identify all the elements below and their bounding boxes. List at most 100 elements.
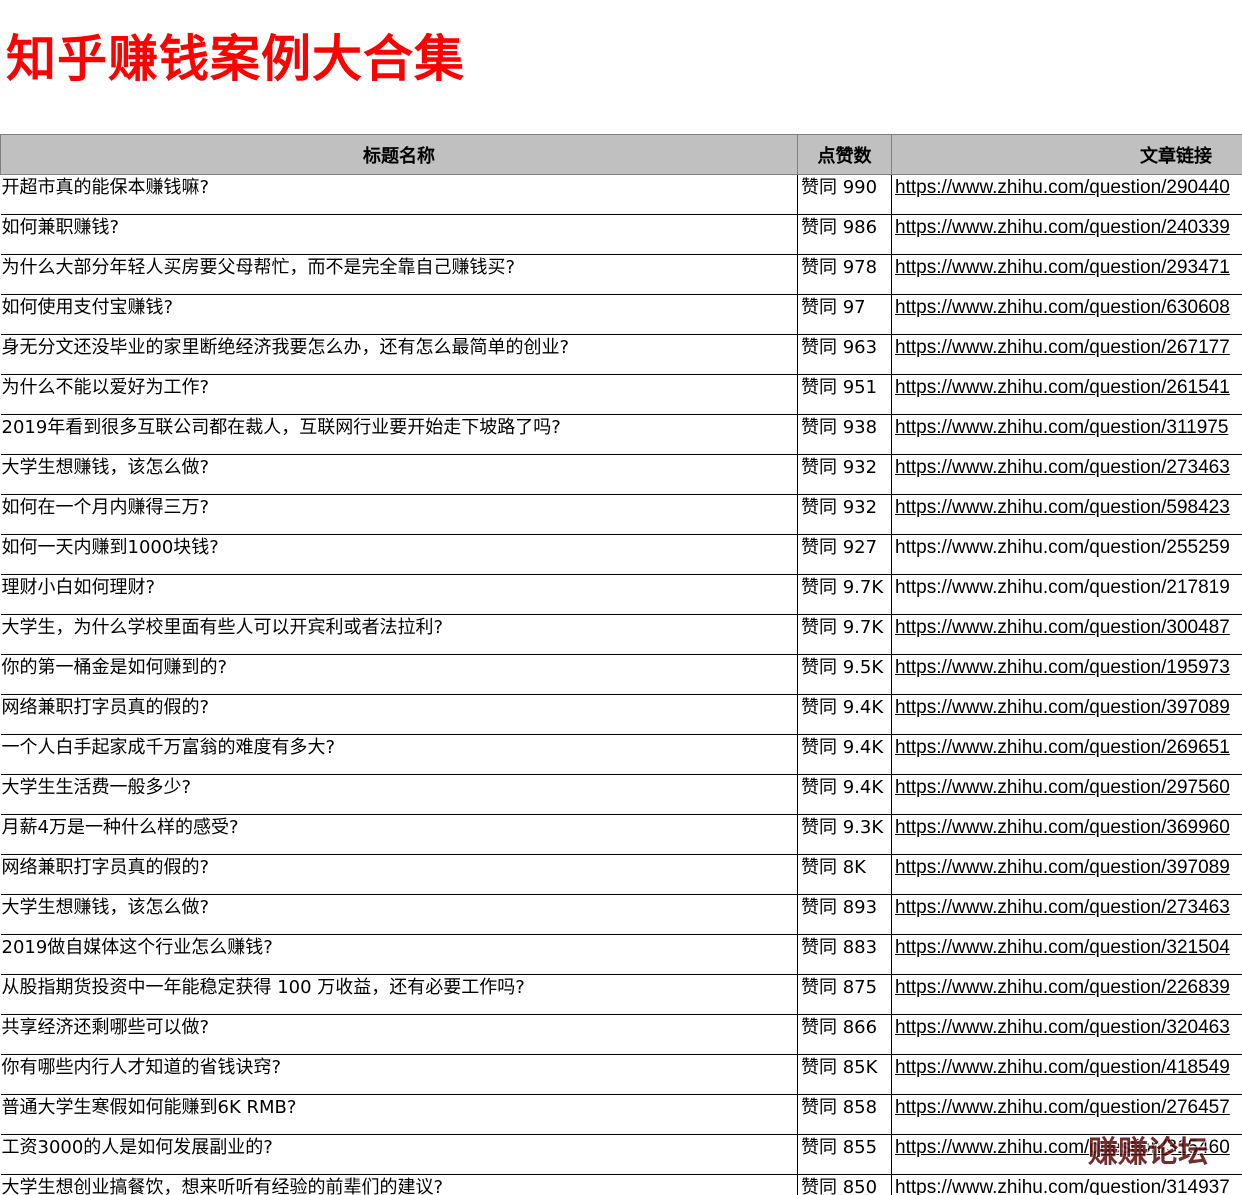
row-link[interactable]: https://www.zhihu.com/question/267177 xyxy=(895,337,1230,358)
row-link-cell[interactable]: https://www.zhihu.com/question/598423 xyxy=(891,494,1242,535)
row-link-cell[interactable]: https://www.zhihu.com/question/240339 xyxy=(891,214,1242,255)
row-likes-cell[interactable]: 赞同 9.7K xyxy=(797,574,892,615)
row-link-cell[interactable]: https://www.zhihu.com/question/226839 xyxy=(891,974,1242,1015)
row-title-cell[interactable]: 共享经济还剩哪些可以做? xyxy=(0,1014,798,1055)
row-link[interactable]: https://www.zhihu.com/question/269651 xyxy=(895,737,1230,758)
table-row[interactable]: 2019年看到很多互联公司都在裁人，互联网行业要开始走下坡路了吗? 赞同 938 h… xyxy=(0,414,1242,455)
row-link[interactable]: https://www.zhihu.com/question/418549 xyxy=(895,1057,1230,1078)
row-title-cell[interactable]: 网络兼职打字员真的假的? xyxy=(0,854,798,895)
row-title-cell[interactable]: 大学生想赚钱，该怎么做? xyxy=(0,894,798,935)
table-row[interactable]: 大学生想赚钱，该怎么做? 赞同 932 https://www.zhihu.com/… xyxy=(0,454,1242,495)
table-row[interactable]: 大学生想创业搞餐饮，想来听听有经验的前辈们的建议? 赞同 850 https://w… xyxy=(0,1174,1242,1195)
table-row[interactable]: 为什么大部分年轻人买房要父母帮忙，而不是完全靠自己赚钱买? 赞同 978 https… xyxy=(0,254,1242,295)
row-link-cell[interactable]: https://www.zhihu.com/question/320463 xyxy=(891,1014,1242,1055)
row-title-cell[interactable]: 大学生，为什么学校里面有些人可以开宾利或者法拉利? xyxy=(0,614,798,655)
row-link[interactable]: https://www.zhihu.com/question/240339 xyxy=(895,217,1230,238)
table-row[interactable]: 共享经济还剩哪些可以做? 赞同 866 https://www.zhihu.com/… xyxy=(0,1014,1242,1055)
row-likes-cell[interactable]: 赞同 9.4K xyxy=(797,694,892,735)
row-likes-cell[interactable]: 赞同 858 xyxy=(797,1094,892,1135)
row-link[interactable]: https://www.zhihu.com/question/195973 xyxy=(895,657,1230,678)
table-row[interactable]: 如何一天内赚到1000块钱? 赞同 927 https://www.zhihu.co… xyxy=(0,534,1242,575)
row-link[interactable]: https://www.zhihu.com/question/300487 xyxy=(895,617,1230,638)
table-row[interactable]: 大学生想赚钱，该怎么做? 赞同 893 https://www.zhihu.com/… xyxy=(0,894,1242,935)
row-likes-cell[interactable]: 赞同 8K xyxy=(797,854,892,895)
row-title-cell[interactable]: 大学生生活费一般多少? xyxy=(0,774,798,815)
row-link-cell[interactable]: https://www.zhihu.com/question/255259 xyxy=(891,534,1242,575)
row-link[interactable]: https://www.zhihu.com/question/261541 xyxy=(895,377,1230,398)
row-link-cell[interactable]: https://www.zhihu.com/question/321504 xyxy=(891,934,1242,975)
row-link-cell[interactable]: https://www.zhihu.com/question/293471 xyxy=(891,254,1242,295)
row-link-cell[interactable]: https://www.zhihu.com/question/369960 xyxy=(891,814,1242,855)
row-likes-cell[interactable]: 赞同 883 xyxy=(797,934,892,975)
row-link[interactable]: https://www.zhihu.com/question/321504 xyxy=(895,937,1230,958)
table-row[interactable]: 网络兼职打字员真的假的? 赞同 8K https://www.zhihu.com/q… xyxy=(0,854,1242,895)
table-row[interactable]: 如何兼职赚钱? 赞同 986 https://www.zhihu.com/quest… xyxy=(0,214,1242,255)
row-link[interactable]: https://www.zhihu.com/question/397089 xyxy=(895,857,1230,878)
table-row[interactable]: 开超市真的能保本赚钱嘛? 赞同 990 https://www.zhihu.com/… xyxy=(0,174,1242,215)
table-row[interactable]: 如何在一个月内赚得三万? 赞同 932 https://www.zhihu.com/… xyxy=(0,494,1242,535)
row-likes-cell[interactable]: 赞同 85K xyxy=(797,1054,892,1095)
row-title-cell[interactable]: 如何在一个月内赚得三万? xyxy=(0,494,798,535)
row-likes-cell[interactable]: 赞同 990 xyxy=(797,174,892,215)
row-link-cell[interactable]: https://www.zhihu.com/question/418549 xyxy=(891,1054,1242,1095)
row-title-cell[interactable]: 你有哪些内行人才知道的省钱诀窍? xyxy=(0,1054,798,1095)
row-title-cell[interactable]: 你的第一桶金是如何赚到的? xyxy=(0,654,798,695)
row-link[interactable]: https://www.zhihu.com/question/314937 xyxy=(895,1177,1230,1195)
row-likes-cell[interactable]: 赞同 893 xyxy=(797,894,892,935)
row-link-cell[interactable]: https://www.zhihu.com/question/261541 xyxy=(891,374,1242,415)
row-link[interactable]: https://www.zhihu.com/question/630608 xyxy=(895,297,1230,318)
header-likes[interactable]: 点赞数 xyxy=(797,134,892,175)
table-row[interactable]: 工资3000的人是如何发展副业的? 赞同 855 https://www.zhihu… xyxy=(0,1134,1242,1175)
row-title-cell[interactable]: 普通大学生寒假如何能赚到6K RMB? xyxy=(0,1094,798,1135)
row-link-cell[interactable]: https://www.zhihu.com/question/314937 xyxy=(891,1174,1242,1195)
row-likes-cell[interactable]: 赞同 875 xyxy=(797,974,892,1015)
row-title-cell[interactable]: 2019做自媒体这个行业怎么赚钱? xyxy=(0,934,798,975)
row-link[interactable]: https://www.zhihu.com/question/217819 xyxy=(895,577,1230,598)
row-likes-cell[interactable]: 赞同 9.4K xyxy=(797,774,892,815)
row-likes-cell[interactable]: 赞同 927 xyxy=(797,534,892,575)
row-likes-cell[interactable]: 赞同 963 xyxy=(797,334,892,375)
row-title-cell[interactable]: 如何使用支付宝赚钱? xyxy=(0,294,798,335)
row-link-cell[interactable]: https://www.zhihu.com/question/300487 xyxy=(891,614,1242,655)
row-likes-cell[interactable]: 赞同 932 xyxy=(797,494,892,535)
row-likes-cell[interactable]: 赞同 97 xyxy=(797,294,892,335)
row-link[interactable]: https://www.zhihu.com/question/273463 xyxy=(895,897,1230,918)
row-link-cell[interactable]: https://www.zhihu.com/question/273463 xyxy=(891,894,1242,935)
table-row[interactable]: 你有哪些内行人才知道的省钱诀窍? 赞同 85K https://www.zhihu.… xyxy=(0,1054,1242,1095)
row-link[interactable]: https://www.zhihu.com/question/226839 xyxy=(895,977,1230,998)
table-row[interactable]: 网络兼职打字员真的假的? 赞同 9.4K https://www.zhihu.com… xyxy=(0,694,1242,735)
table-row[interactable]: 普通大学生寒假如何能赚到6K RMB? 赞同 858 https://www.zhi… xyxy=(0,1094,1242,1135)
row-likes-cell[interactable]: 赞同 986 xyxy=(797,214,892,255)
table-row[interactable]: 2019做自媒体这个行业怎么赚钱? 赞同 883 https://www.zhihu… xyxy=(0,934,1242,975)
row-link-cell[interactable]: https://www.zhihu.com/question/297560 xyxy=(891,774,1242,815)
row-link-cell[interactable]: https://www.zhihu.com/question/273463 xyxy=(891,454,1242,495)
row-likes-cell[interactable]: 赞同 938 xyxy=(797,414,892,455)
row-likes-cell[interactable]: 赞同 978 xyxy=(797,254,892,295)
row-link-cell[interactable]: https://www.zhihu.com/question/276457 xyxy=(891,1094,1242,1135)
table-row[interactable]: 大学生，为什么学校里面有些人可以开宾利或者法拉利? 赞同 9.7K https://… xyxy=(0,614,1242,655)
row-link[interactable]: https://www.zhihu.com/question/369960 xyxy=(895,817,1230,838)
row-link-cell[interactable]: https://www.zhihu.com/question/217819 xyxy=(891,574,1242,615)
row-title-cell[interactable]: 理财小白如何理财? xyxy=(0,574,798,615)
row-likes-cell[interactable]: 赞同 9.7K xyxy=(797,614,892,655)
row-title-cell[interactable]: 从股指期货投资中一年能稳定获得 100 万收益，还有必要工作吗? xyxy=(0,974,798,1015)
table-row[interactable]: 一个人白手起家成千万富翁的难度有多大? 赞同 9.4K https://www.zh… xyxy=(0,734,1242,775)
table-row[interactable]: 如何使用支付宝赚钱? 赞同 97 https://www.zhihu.com/que… xyxy=(0,294,1242,335)
row-link[interactable]: https://www.zhihu.com/question/397089 xyxy=(895,697,1230,718)
table-row[interactable]: 身无分文还没毕业的家里断绝经济我要怎么办，还有怎么最简单的创业? 赞同 963 ht… xyxy=(0,334,1242,375)
row-title-cell[interactable]: 身无分文还没毕业的家里断绝经济我要怎么办，还有怎么最简单的创业? xyxy=(0,334,798,375)
row-title-cell[interactable]: 如何兼职赚钱? xyxy=(0,214,798,255)
row-link-cell[interactable]: https://www.zhihu.com/question/397089 xyxy=(891,854,1242,895)
row-likes-cell[interactable]: 赞同 932 xyxy=(797,454,892,495)
header-link[interactable]: 文章链接 xyxy=(891,134,1242,175)
row-title-cell[interactable]: 为什么不能以爱好为工作? xyxy=(0,374,798,415)
row-likes-cell[interactable]: 赞同 850 xyxy=(797,1174,892,1195)
row-likes-cell[interactable]: 赞同 866 xyxy=(797,1014,892,1055)
row-link-cell[interactable]: https://www.zhihu.com/question/290440 xyxy=(891,174,1242,215)
row-link-cell[interactable]: https://www.zhihu.com/question/267177 xyxy=(891,334,1242,375)
row-link-cell[interactable]: https://www.zhihu.com/question/397089 xyxy=(891,694,1242,735)
row-link[interactable]: https://www.zhihu.com/question/320463 xyxy=(895,1017,1230,1038)
table-row[interactable]: 大学生生活费一般多少? 赞同 9.4K https://www.zhihu.com/… xyxy=(0,774,1242,815)
row-link-cell[interactable]: https://www.zhihu.com/question/269651 xyxy=(891,734,1242,775)
row-link[interactable]: https://www.zhihu.com/question/297560 xyxy=(895,777,1230,798)
